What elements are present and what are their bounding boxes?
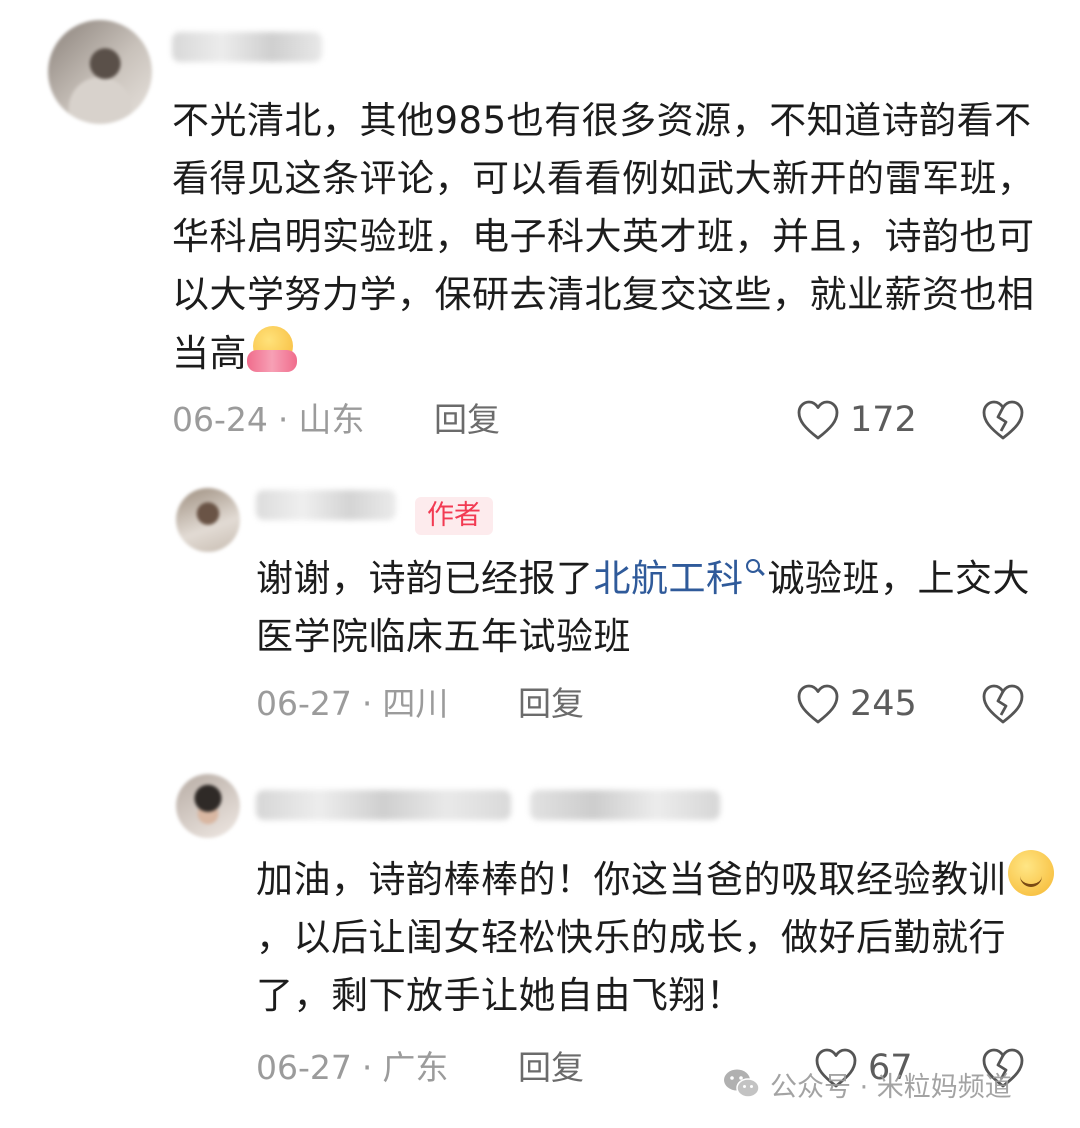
like-button[interactable]: 172 xyxy=(796,398,917,442)
reply-target-blurred[interactable] xyxy=(530,790,720,820)
comment-text: 加油，诗韵棒棒的！你这当爸的吸取经验教训 ，以后让闺女轻松快乐的成长，做好后勤就行… xyxy=(256,850,1056,1025)
heart-icon xyxy=(797,400,839,440)
watermark: 公众号 · 米粒妈频道 xyxy=(722,1062,1012,1106)
meta-separator: · xyxy=(361,1048,373,1087)
smiling-face-emoji-icon xyxy=(1006,850,1056,900)
username-blurred[interactable] xyxy=(256,490,396,520)
comment-meta: 06-24 · 山东 xyxy=(172,400,364,440)
avatar[interactable] xyxy=(176,774,240,838)
comment-date: 06-24 xyxy=(172,400,268,439)
like-count: 172 xyxy=(850,400,917,440)
comment-text-content: 不光清北，其他985也有很多资源，不知道诗韵看不看得见这条评论，可以看看例如武大… xyxy=(172,99,1035,375)
comment-meta: 06-27 · 广东 xyxy=(256,1048,448,1088)
comment-text: 谢谢，诗韵已经报了北航工科 诚验班，上交大医学院临床五年试验班 xyxy=(256,550,1046,666)
comment-text-content: ，以后让闺女轻松快乐的成长，做好后勤就行了，剩下放手让她自由飞翔！ xyxy=(256,916,1006,1017)
hugging-face-emoji-icon xyxy=(247,324,297,374)
author-badge: 作者 xyxy=(415,497,493,535)
search-icon[interactable] xyxy=(744,557,764,581)
reply-button[interactable]: 回复 xyxy=(518,1048,584,1088)
comment-location: 广东 xyxy=(382,1048,449,1087)
comment-text-content: 谢谢，诗韵已经报了 xyxy=(256,557,594,600)
reply-button[interactable]: 回复 xyxy=(434,400,500,440)
like-count: 245 xyxy=(850,684,917,724)
username-blurred[interactable] xyxy=(172,32,322,62)
heart-icon xyxy=(797,684,839,724)
comment-date: 06-27 xyxy=(256,1048,352,1087)
comment-location: 山东 xyxy=(298,400,365,439)
dislike-broken-heart-icon[interactable] xyxy=(980,399,1026,441)
username-blurred[interactable] xyxy=(256,790,511,820)
comment-meta: 06-27 · 四川 xyxy=(256,684,448,724)
comment-date: 06-27 xyxy=(256,684,352,723)
wechat-icon xyxy=(724,1069,760,1098)
meta-separator: · xyxy=(277,400,289,439)
avatar[interactable] xyxy=(48,20,152,124)
comment-text: 不光清北，其他985也有很多资源，不知道诗韵看不看得见这条评论，可以看看例如武大… xyxy=(172,92,1042,383)
watermark-text: 公众号 · 米粒妈频道 xyxy=(770,1071,1012,1103)
search-link[interactable]: 北航工科 xyxy=(594,557,744,600)
comment-text-content: 加油，诗韵棒棒的！你这当爸的吸取经验教训 xyxy=(256,858,1006,901)
avatar[interactable] xyxy=(176,488,240,552)
dislike-broken-heart-icon[interactable] xyxy=(980,683,1026,725)
like-button[interactable]: 245 xyxy=(796,682,917,726)
reply-button[interactable]: 回复 xyxy=(518,684,584,724)
meta-separator: · xyxy=(361,684,373,723)
comment-location: 四川 xyxy=(382,684,449,723)
